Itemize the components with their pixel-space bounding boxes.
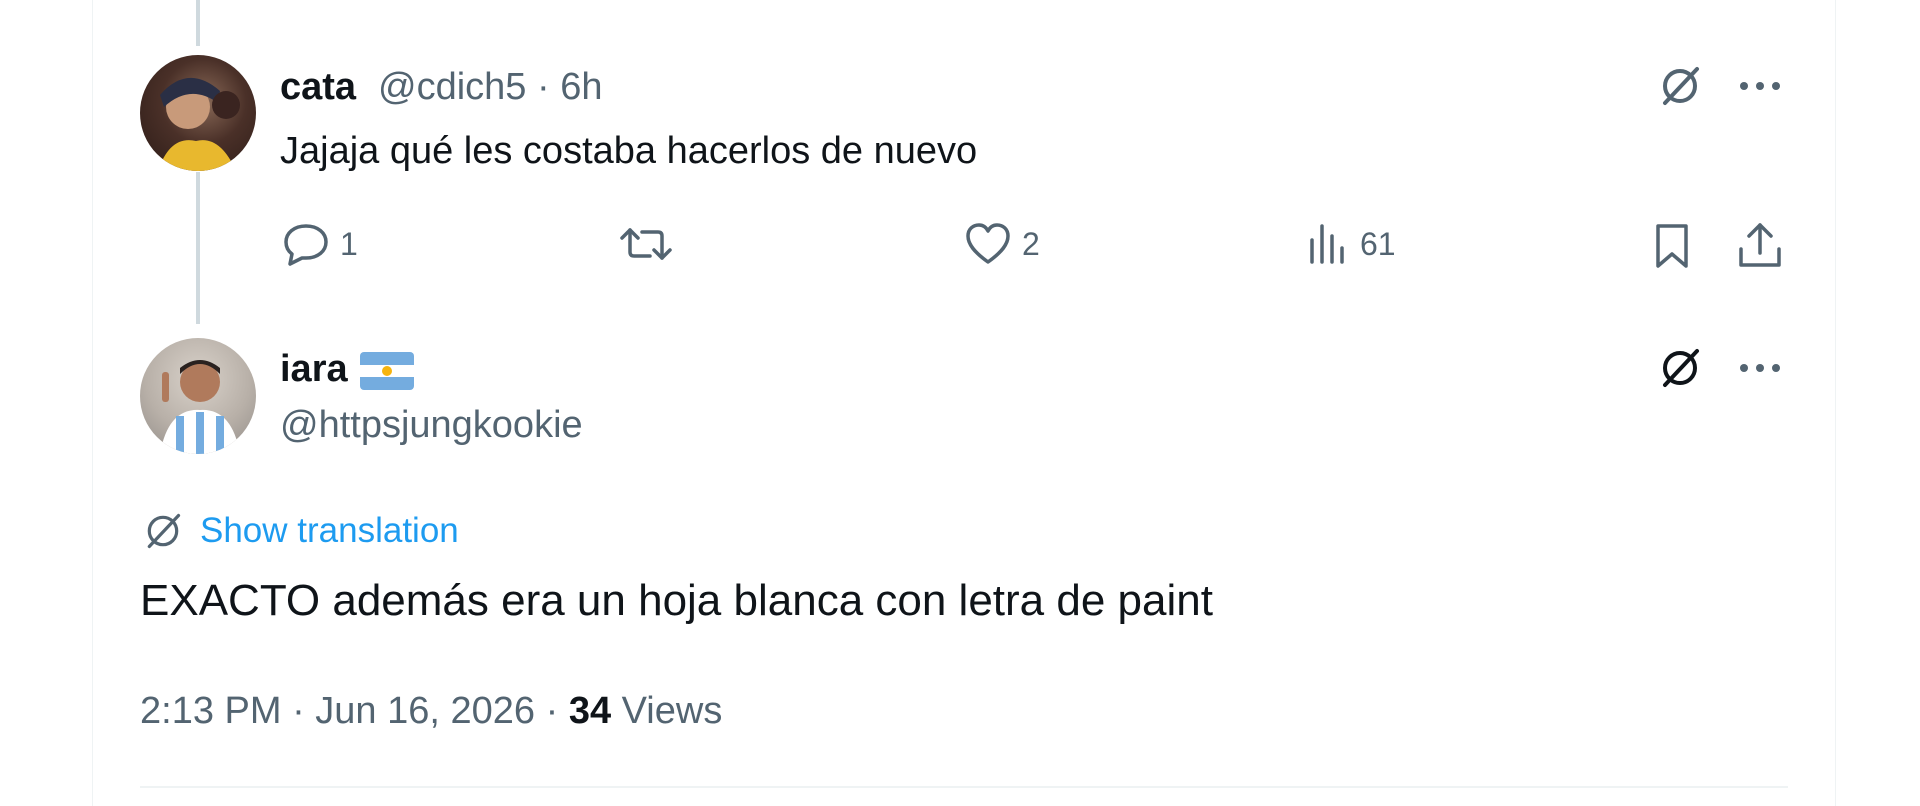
reply-count: 1 [340, 225, 358, 262]
reply-icon [284, 224, 328, 266]
avatar[interactable] [140, 55, 256, 171]
analytics-icon [1310, 224, 1344, 264]
author-name[interactable]: iara [280, 348, 414, 391]
heart-icon [966, 223, 1010, 264]
repost-icon [620, 228, 672, 260]
thread-line [196, 0, 200, 46]
grok-icon[interactable] [1656, 344, 1704, 392]
author-handle[interactable]: @httpsjungkookie [280, 404, 583, 447]
divider [140, 786, 1788, 788]
views-button[interactable]: 61 [1306, 222, 1396, 266]
share-icon[interactable] [1736, 220, 1784, 270]
timestamp[interactable]: 2:13 PM · Jun 16, 2026 · [140, 690, 569, 732]
thread-line [196, 172, 200, 324]
avatar-image [160, 360, 240, 454]
reply-button[interactable]: 1 [282, 222, 358, 266]
views-count: 34 [568, 690, 612, 732]
reply-text: Jajaja qué les costaba hacerlos de nuevo [280, 130, 978, 172]
author-name[interactable]: cata [280, 66, 356, 109]
more-options-icon[interactable] [1736, 352, 1784, 384]
bookmark-icon[interactable] [1650, 222, 1694, 270]
show-translation-label: Show translation [200, 511, 459, 550]
tweet-column [92, 0, 1836, 806]
repost-button[interactable] [620, 222, 682, 266]
tweet-text: EXACTO además era un hoja blanca con let… [140, 576, 1213, 625]
tweet-meta: 2:13 PM · Jun 16, 2026 · 34 Views [140, 690, 722, 733]
show-translation-button[interactable]: Show translation [142, 510, 459, 552]
like-count: 2 [1022, 225, 1040, 262]
argentina-flag-icon [359, 351, 414, 390]
avatar-image [158, 77, 240, 171]
views-label: Views [611, 690, 723, 732]
views-count: 61 [1360, 225, 1396, 262]
grok-translate-icon [147, 513, 181, 549]
grok-icon[interactable] [1656, 62, 1704, 110]
avatar[interactable] [140, 338, 256, 454]
more-options-icon[interactable] [1736, 70, 1784, 102]
author-handle-time[interactable]: @cdich5 · 6h [378, 66, 602, 109]
like-button[interactable]: 2 [964, 222, 1040, 266]
author-name-text: iara [280, 348, 348, 390]
